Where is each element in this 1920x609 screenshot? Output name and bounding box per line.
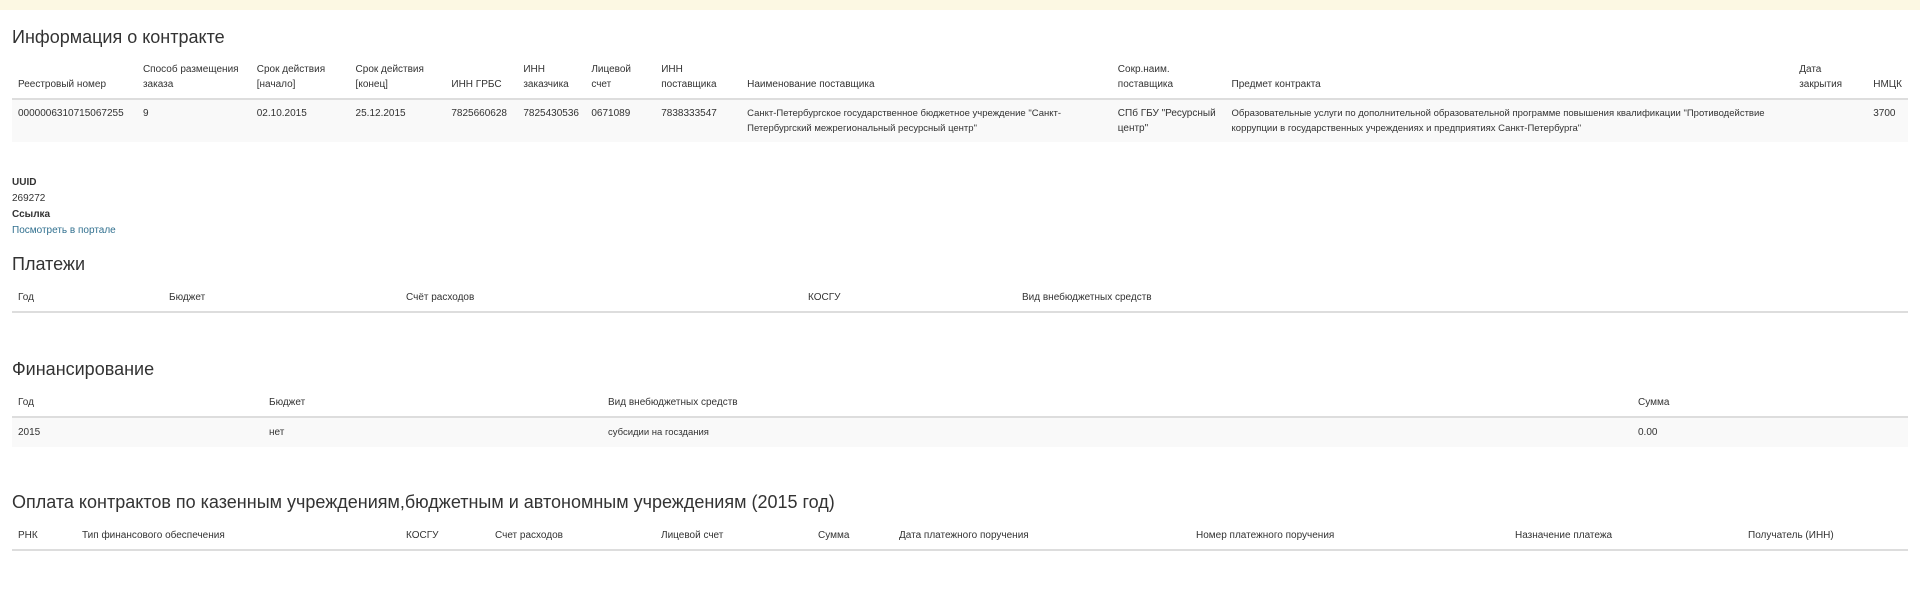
payments-table: Год Бюджет Счёт расходов КОСГУ Вид внебю… [12,286,1908,313]
financing-table: Год Бюджет Вид внебюджетных средств Сумм… [12,391,1908,447]
col-budget: Бюджет [169,292,206,303]
uuid-label: UUID [12,177,37,188]
cell-start-date: 02.10.2015 [256,108,307,119]
col-inn-customer: ИНН заказчика [523,64,569,90]
col-nmck: НМЦК [1873,79,1902,90]
cell-inn-grbs: 7825660628 [451,108,507,119]
col-registry-number: Реестровый номер [18,79,107,90]
col-inn-supplier: ИНН поставщика [661,64,717,90]
cell-budget: нет [269,427,285,438]
cell-registry-number: 0000006310715067255 [18,108,124,119]
col-order-method: Способ размещения заказа [142,64,239,90]
col-rnk: РНК [18,530,38,541]
col-year: Год [18,292,34,303]
cell-supplier-name: Санкт-Петербургское государственное бюдж… [747,108,1062,134]
portal-link[interactable]: Посмотреть в портале [12,225,116,236]
col-offbudget-type: Вид внебюджетных средств [608,397,738,408]
contract-header-row: Реестровый номер Способ размещения заказ… [12,58,1908,99]
col-kosgu: КОСГУ [808,292,841,303]
col-amount: Сумма [1638,397,1670,408]
col-close-date: Дата закрытия [1799,64,1843,90]
cell-account: 0671089 [591,108,631,119]
financing-header-row: Год Бюджет Вид внебюджетных средств Сумм… [12,391,1908,417]
link-label: Ссылка [12,209,51,220]
info-block: UUID 269272 Ссылка Посмотреть в портале [12,175,116,239]
cell-inn-customer: 7825430536 [523,108,579,119]
col-subject: Предмет контракта [1231,79,1321,90]
col-end-date: Срок действия [конец] [355,64,424,90]
uuid-value: 269272 [12,193,46,204]
cell-end-date: 25.12.2015 [355,108,406,119]
payments-header-row: Год Бюджет Счёт расходов КОСГУ Вид внебю… [12,286,1908,312]
financing-section-title: Финансирование [12,359,155,379]
cell-close-date [1793,99,1867,142]
col-kosgu: КОСГУ [406,530,439,541]
col-financing-type: Тип финансового обеспечения [82,530,225,541]
col-supplier-name: Наименование поставщика [747,79,875,90]
col-supplier-short: Сокр.наим. поставщика [1117,64,1174,90]
col-payment-purpose: Назначение платежа [1515,530,1613,541]
cell-subject: Образовательные услуги по дополнительной… [1231,108,1765,134]
cell-year: 2015 [18,427,41,438]
col-personal-account: Лицевой счет [661,530,724,541]
col-amount: Сумма [818,530,850,541]
col-expense-account: Счёт расходов [406,292,475,303]
col-budget: Бюджет [269,397,306,408]
financing-row: 2015 нет субсидии на госздания 0.00 [12,417,1908,447]
col-offbudget-type: Вид внебюджетных средств [1022,292,1152,303]
col-year: Год [18,397,34,408]
contract-payments-table: РНК Тип финансового обеспечения КОСГУ Сч… [12,524,1908,551]
contract-section-title: Информация о контракте [12,27,225,47]
cell-offbudget-type: субсидии на госздания [608,427,709,438]
col-payment-order-date: Дата платежного поручения [899,530,1029,541]
cell-nmck: 3700 [1873,108,1896,119]
cell-inn-supplier: 7838333547 [661,108,717,119]
col-account: Лицевой счет [591,64,632,90]
payments-section-title: Платежи [12,254,86,274]
contract-table: Реестровый номер Способ размещения заказ… [12,58,1908,142]
cell-supplier-short: СПб ГБУ "Ресурсный центр" [1117,108,1216,134]
col-inn-grbs: ИНН ГРБС [451,79,502,90]
col-start-date: Срок действия [начало] [256,64,326,90]
col-payment-order-number: Номер платежного поручения [1196,530,1335,541]
col-recipient-inn: Получатель (ИНН) [1748,530,1834,541]
contract-payments-header-row: РНК Тип финансового обеспечения КОСГУ Сч… [12,524,1908,550]
contract-payments-section-title: Оплата контрактов по казенным учреждения… [12,492,835,512]
top-notice-bar [0,0,1920,10]
contract-row: 0000006310715067255 9 02.10.2015 25.12.2… [12,99,1908,142]
col-expense-account: Счет расходов [495,530,563,541]
cell-amount: 0.00 [1638,427,1658,438]
cell-order-method: 9 [142,108,149,119]
